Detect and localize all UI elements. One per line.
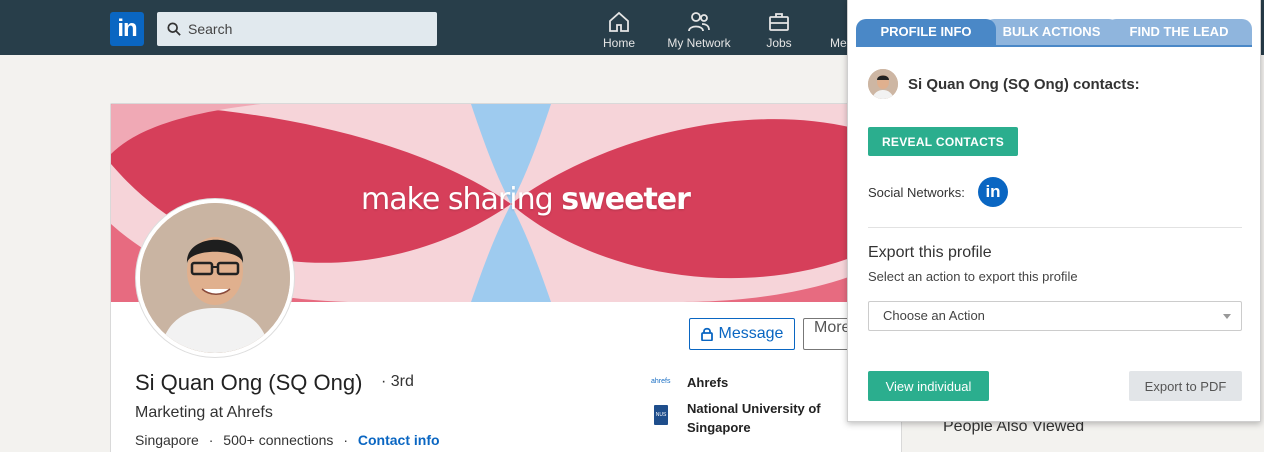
person-photo xyxy=(140,203,290,353)
contacts-title: Si Quan Ong (SQ Ong) contacts: xyxy=(908,75,1140,93)
view-individual-button[interactable]: View individual xyxy=(868,371,989,401)
mini-avatar xyxy=(868,69,898,99)
nav-home[interactable]: Home xyxy=(579,10,659,50)
nus-logo[interactable]: NUS xyxy=(654,405,668,425)
nav-home-label: Home xyxy=(602,36,635,50)
profile-avatar[interactable] xyxy=(136,199,294,357)
nav-my-network-label: My Network xyxy=(667,36,731,50)
mini-person-photo xyxy=(868,69,898,99)
nav-me[interactable]: Me xyxy=(810,10,850,50)
message-button[interactable]: Message xyxy=(689,318,795,350)
current-company[interactable]: Ahrefs xyxy=(687,373,728,392)
ahrefs-logo[interactable]: ahrefs xyxy=(651,378,670,385)
panel-divider xyxy=(868,227,1242,228)
lock-icon xyxy=(700,327,713,341)
action-select-value: Choose an Action xyxy=(883,308,985,323)
school[interactable]: National University of Singapore xyxy=(687,399,821,437)
briefcase-icon xyxy=(769,13,789,31)
profile-location: Singapore xyxy=(135,432,199,448)
linkedin-social-icon[interactable]: in xyxy=(978,177,1008,207)
contact-header: Si Quan Ong (SQ Ong) contacts: xyxy=(868,69,1140,99)
reveal-contacts-button[interactable]: REVEAL CONTACTS xyxy=(868,127,1018,156)
home-icon xyxy=(609,11,629,32)
action-select[interactable]: Choose an Action xyxy=(868,301,1242,331)
export-subtitle: Select an action to export this profile xyxy=(868,269,1078,284)
profile-name: Si Quan Ong (SQ Ong) xyxy=(135,370,363,395)
tab-find-the-lead[interactable]: FIND THE LEAD xyxy=(1106,19,1252,45)
profile-headline: Marketing at Ahrefs xyxy=(135,404,273,421)
export-pdf-button[interactable]: Export to PDF xyxy=(1129,371,1242,401)
school-line-2: Singapore xyxy=(687,420,751,435)
connections-count[interactable]: 500+ connections xyxy=(223,432,333,448)
nav-jobs[interactable]: Jobs xyxy=(739,10,819,50)
separator-2: · xyxy=(343,432,348,448)
export-title: Export this profile xyxy=(868,244,992,261)
search-box[interactable] xyxy=(157,12,437,46)
message-label: Message xyxy=(718,325,784,342)
social-networks-label: Social Networks: xyxy=(868,185,965,200)
banner-text-plain: make sharing xyxy=(361,182,562,217)
nav-jobs-label: Jobs xyxy=(766,36,792,50)
contact-info-link[interactable]: Contact info xyxy=(358,432,440,448)
tab-profile-info[interactable]: PROFILE INFO xyxy=(856,19,996,45)
search-input[interactable] xyxy=(188,21,418,37)
nav-my-network[interactable]: My Network xyxy=(659,10,739,50)
panel-tabs: PROFILE INFO BULK ACTIONS FIND THE LEAD xyxy=(856,19,1256,45)
connection-degree: · 3rd xyxy=(381,373,414,390)
profile-location-line: Singapore · 500+ connections · Contact i… xyxy=(135,432,440,448)
network-icon xyxy=(688,12,710,32)
banner-text-bold: sweeter xyxy=(561,182,691,217)
extension-panel: PROFILE INFO BULK ACTIONS FIND THE LEAD … xyxy=(847,0,1261,422)
nav-me-label: Me xyxy=(830,36,847,50)
tab-bulk-actions[interactable]: BULK ACTIONS xyxy=(984,19,1119,45)
banner-text: make sharing sweeter xyxy=(361,182,691,217)
separator-1: · xyxy=(208,432,214,448)
linkedin-logo[interactable]: in xyxy=(110,12,144,46)
search-icon xyxy=(167,22,181,36)
school-line-1: National University of xyxy=(687,401,821,416)
caret-down-icon xyxy=(1223,314,1231,319)
